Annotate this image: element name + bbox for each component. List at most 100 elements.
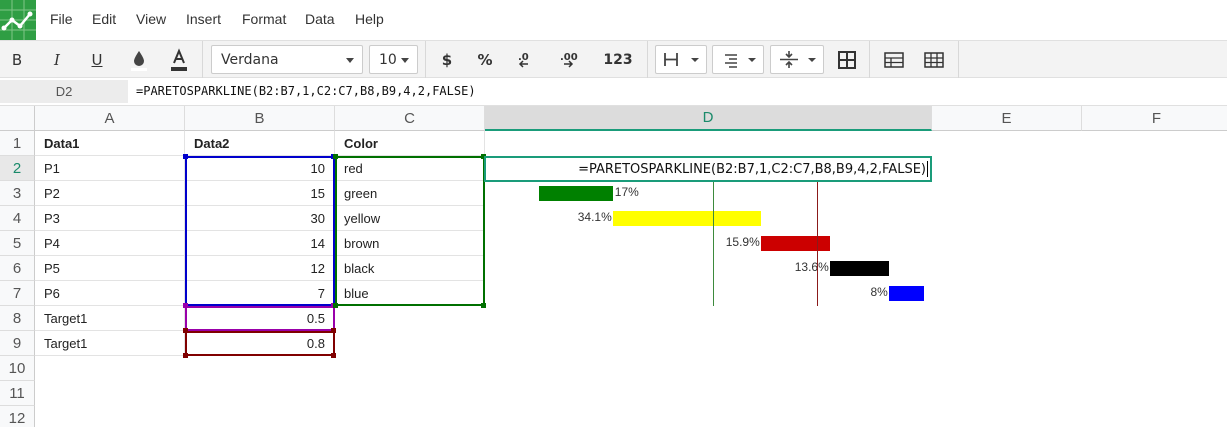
- toolbar-separator: [425, 41, 426, 78]
- italic-button[interactable]: I: [44, 41, 70, 78]
- insert-column-button[interactable]: [920, 41, 948, 78]
- currency-format-button[interactable]: $: [434, 41, 460, 78]
- cell-c2[interactable]: red: [335, 156, 485, 181]
- sparkline-label: 13.6%: [794, 260, 829, 274]
- cell-a4[interactable]: P3: [35, 206, 185, 231]
- insert-row-button[interactable]: [880, 41, 908, 78]
- range-handle[interactable]: [183, 353, 188, 358]
- cell-a1[interactable]: Data1: [35, 131, 185, 156]
- column-header-a[interactable]: A: [35, 106, 185, 131]
- row-header-4[interactable]: 4: [0, 206, 35, 231]
- row-header-5[interactable]: 5: [0, 231, 35, 256]
- cell-a5[interactable]: P4: [35, 231, 185, 256]
- cell-c3[interactable]: green: [335, 181, 485, 206]
- column-header-c[interactable]: C: [335, 106, 485, 131]
- fill-color-icon: [131, 50, 147, 71]
- decrease-decimals-button[interactable]: .0: [514, 41, 540, 78]
- cell-b9[interactable]: 0.8: [185, 331, 335, 356]
- table-row-icon: [884, 51, 904, 68]
- chevron-down-icon: [808, 58, 816, 62]
- row-header-10[interactable]: 10: [0, 356, 35, 381]
- range-handle[interactable]: [331, 353, 336, 358]
- cell-reference-box[interactable]: D2: [0, 80, 128, 103]
- menu-view[interactable]: View: [136, 11, 166, 27]
- row-header-2[interactable]: 2: [0, 156, 35, 181]
- increase-decimals-icon: .00: [560, 52, 578, 68]
- app-logo[interactable]: [0, 0, 36, 40]
- row-header-11[interactable]: 11: [0, 381, 35, 406]
- toolbar-separator: [869, 41, 870, 78]
- cell-a8[interactable]: Target1: [35, 306, 185, 331]
- range-handle[interactable]: [333, 303, 338, 308]
- svg-text:.0: .0: [518, 52, 529, 63]
- cell-c1[interactable]: Color: [335, 131, 485, 156]
- column-header-f[interactable]: F: [1082, 106, 1227, 131]
- sparkline-bar: [760, 236, 830, 251]
- column-header-d[interactable]: D: [485, 106, 932, 131]
- cell-b1[interactable]: Data2: [185, 131, 335, 156]
- cell-b5[interactable]: 14: [185, 231, 335, 256]
- menu-insert[interactable]: Insert: [186, 11, 221, 27]
- font-family-select[interactable]: Verdana: [211, 45, 363, 74]
- horizontal-align-dropdown[interactable]: [712, 45, 764, 74]
- cell-b8[interactable]: 0.5: [185, 306, 335, 331]
- cell-b7[interactable]: 7: [185, 281, 335, 306]
- toolbar-separator: [202, 41, 203, 78]
- select-all-corner[interactable]: [0, 106, 35, 131]
- decrease-decimals-icon: .0: [518, 52, 529, 68]
- row-header-6[interactable]: 6: [0, 256, 35, 281]
- bold-button[interactable]: B: [4, 41, 30, 78]
- cell-b6[interactable]: 12: [185, 256, 335, 281]
- cell-c7[interactable]: blue: [335, 281, 485, 306]
- menu-data[interactable]: Data: [305, 11, 335, 27]
- row-header-12[interactable]: 12: [0, 406, 35, 427]
- cell-a9[interactable]: Target1: [35, 331, 185, 356]
- text-wrap-dropdown[interactable]: [770, 45, 824, 74]
- row-header-7[interactable]: 7: [0, 281, 35, 306]
- menu-edit[interactable]: Edit: [92, 11, 116, 27]
- menu-format[interactable]: Format: [242, 11, 286, 27]
- menu-help[interactable]: Help: [355, 11, 384, 27]
- vertical-align-dropdown[interactable]: [655, 45, 707, 74]
- row-header-9[interactable]: 9: [0, 331, 35, 356]
- vertical-align-icon: [664, 53, 678, 66]
- cell-editor-text: =PARETOSPARKLINE(B2:B7,1,C2:C7,B8,B9,4,2…: [578, 161, 926, 177]
- row-header-3[interactable]: 3: [0, 181, 35, 206]
- percent-format-button[interactable]: %: [472, 41, 498, 78]
- spreadsheet-grid[interactable]: A B C D E F 1 2 3 4 5 6 7 8 9 10 11 12 D…: [0, 106, 1227, 427]
- range-handle[interactable]: [331, 328, 336, 333]
- range-handle[interactable]: [183, 154, 188, 159]
- row-header-1[interactable]: 1: [0, 131, 35, 156]
- text-color-button[interactable]: [166, 41, 192, 78]
- cell-b2[interactable]: 10: [185, 156, 335, 181]
- range-handle[interactable]: [481, 303, 486, 308]
- sparkline-label: 34.1%: [577, 210, 612, 224]
- cell-a3[interactable]: P2: [35, 181, 185, 206]
- fill-color-button[interactable]: [126, 41, 152, 78]
- cell-b4[interactable]: 30: [185, 206, 335, 231]
- cell-b3[interactable]: 15: [185, 181, 335, 206]
- row-header-8[interactable]: 8: [0, 306, 35, 331]
- cell-c6[interactable]: black: [335, 256, 485, 281]
- range-handle[interactable]: [333, 154, 338, 159]
- toolbar-separator: [647, 41, 648, 78]
- cell-editor-d2[interactable]: =PARETOSPARKLINE(B2:B7,1,C2:C7,B8,B9,4,2…: [484, 156, 932, 182]
- cell-a2[interactable]: P1: [35, 156, 185, 181]
- formula-input[interactable]: =PARETOSPARKLINE(B2:B7,1,C2:C7,B8,B9,4,2…: [136, 84, 476, 98]
- range-handle[interactable]: [183, 303, 188, 308]
- range-handle[interactable]: [183, 328, 188, 333]
- underline-button[interactable]: U: [84, 41, 110, 78]
- cell-a7[interactable]: P6: [35, 281, 185, 306]
- column-header-b[interactable]: B: [185, 106, 335, 131]
- target1-line: [712, 181, 714, 306]
- increase-decimals-button[interactable]: .00: [556, 41, 582, 78]
- font-size-select[interactable]: 10: [369, 45, 418, 74]
- borders-button[interactable]: [834, 41, 860, 78]
- column-header-e[interactable]: E: [932, 106, 1082, 131]
- more-formats-button[interactable]: 123: [598, 41, 638, 78]
- menu-file[interactable]: File: [50, 11, 73, 27]
- cell-c4[interactable]: yellow: [335, 206, 485, 231]
- cell-a6[interactable]: P5: [35, 256, 185, 281]
- align-right-icon: [725, 54, 737, 68]
- cell-c5[interactable]: brown: [335, 231, 485, 256]
